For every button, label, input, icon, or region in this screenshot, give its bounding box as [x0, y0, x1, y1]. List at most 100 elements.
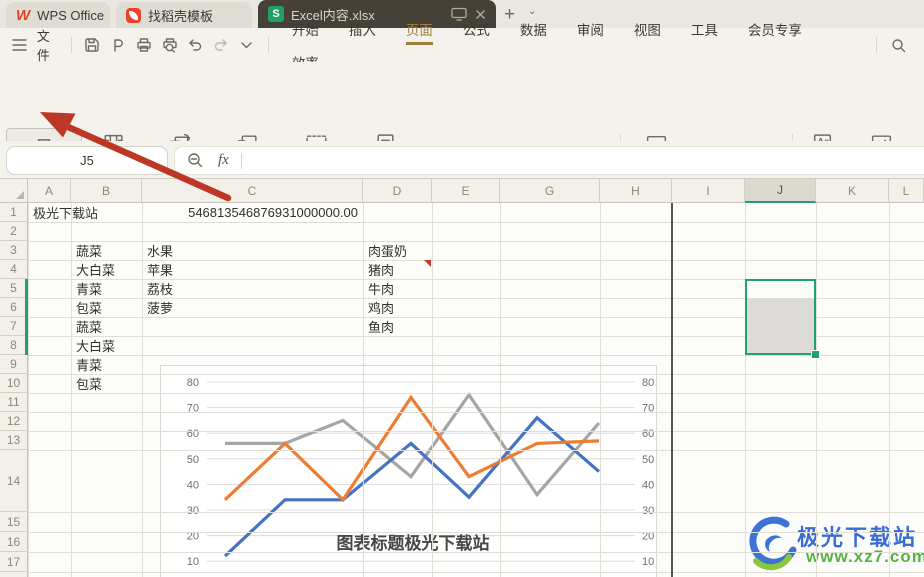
cell-B5[interactable]: 青菜	[76, 279, 102, 298]
menu-tab-开始[interactable]: 开始	[292, 12, 319, 45]
gridline-horizontal	[28, 374, 924, 375]
cell-D3[interactable]: 肉蛋奶	[368, 241, 407, 260]
menu-tab-视图[interactable]: 视图	[634, 12, 661, 45]
row-header-15[interactable]: 15	[0, 512, 28, 532]
file-menu[interactable]: 文件	[37, 26, 63, 64]
menu-tab-插入[interactable]: 插入	[349, 12, 376, 45]
row-header-11[interactable]: 11	[0, 393, 28, 412]
column-header-G[interactable]: G	[500, 179, 600, 203]
row-header-5[interactable]: 5	[0, 279, 28, 298]
menu-tab-工具[interactable]: 工具	[691, 12, 718, 45]
tab-label: 找稻壳模板	[148, 8, 214, 24]
divider	[240, 152, 242, 169]
row-header-8[interactable]: 8	[0, 336, 28, 355]
row-header-7[interactable]: 7	[0, 317, 28, 336]
cell-C6[interactable]: 菠萝	[147, 298, 173, 317]
cell-B9[interactable]: 青菜	[76, 355, 102, 374]
comment-marker-icon	[424, 260, 431, 267]
row-header-9[interactable]: 9	[0, 355, 28, 374]
column-header-D[interactable]: D	[363, 179, 432, 203]
print-preview-quick-icon[interactable]	[158, 33, 182, 57]
fx-icon[interactable]: fx	[218, 152, 229, 169]
export-pdf-icon[interactable]	[106, 33, 130, 57]
menu-tab-审阅[interactable]: 审阅	[577, 12, 604, 45]
select-all-corner[interactable]	[0, 179, 28, 203]
row-header-14[interactable]: 14	[0, 450, 28, 512]
gridline-horizontal	[28, 572, 924, 573]
gridline-horizontal	[28, 532, 924, 533]
formula-bar: J5 fx	[0, 141, 924, 179]
embedded-chart[interactable]: 10 10 20 20 30 30 40 40 50 50 60 60 70 70 80 80 图表标题极光下载…	[160, 365, 657, 577]
svg-text:图表标题极光下载站: 图表标题极光下载站	[337, 533, 490, 553]
column-header-J[interactable]: J	[745, 179, 816, 203]
row-header-18[interactable]: 18	[0, 572, 28, 577]
formula-input[interactable]: fx	[174, 146, 924, 175]
name-box[interactable]: J5	[6, 146, 168, 175]
save-icon[interactable]	[81, 33, 105, 57]
svg-text:80: 80	[642, 377, 654, 389]
svg-text:40: 40	[187, 479, 199, 491]
gridline-horizontal	[28, 512, 924, 513]
menu-tab-页面[interactable]: 页面	[405, 12, 433, 45]
cell-B8[interactable]: 大白菜	[76, 336, 115, 355]
print-icon[interactable]	[132, 33, 156, 57]
redo-icon[interactable]	[209, 33, 233, 57]
row-header-6[interactable]: 6	[0, 298, 28, 317]
column-header-I[interactable]: I	[672, 179, 745, 203]
divider	[70, 37, 72, 53]
row-header-12[interactable]: 12	[0, 412, 28, 431]
toolbar-more-chevron-icon[interactable]	[235, 33, 259, 57]
menu-tab-数据[interactable]: 数据	[520, 12, 547, 45]
column-header-L[interactable]: L	[889, 179, 924, 203]
column-header-B[interactable]: B	[71, 179, 142, 203]
zoom-out-icon[interactable]	[187, 152, 204, 169]
cell-D7[interactable]: 鱼肉	[368, 317, 394, 336]
selection-border	[745, 279, 816, 355]
cell-B3[interactable]: 蔬菜	[76, 241, 102, 260]
cell-B7[interactable]: 蔬菜	[76, 317, 102, 336]
sheet-grid[interactable]: ◂▸ 10102020303040405050606070708080图表标题极…	[0, 179, 924, 577]
tab-wps-home[interactable]: W WPS Office	[6, 2, 110, 28]
cell-C4[interactable]: 苹果	[147, 260, 173, 279]
search-icon[interactable]	[886, 33, 910, 57]
gridline-horizontal	[28, 355, 924, 356]
row-header-3[interactable]: 3	[0, 241, 28, 260]
column-header-H[interactable]: H	[600, 179, 672, 203]
svg-text:10: 10	[187, 556, 199, 568]
row-header-1[interactable]: 1	[0, 203, 28, 222]
cell-B6[interactable]: 包菜	[76, 298, 102, 317]
undo-icon[interactable]	[184, 33, 208, 57]
column-header-C[interactable]: C	[142, 179, 363, 203]
svg-text:60: 60	[642, 428, 654, 440]
cell-D6[interactable]: 鸡肉	[368, 298, 394, 317]
column-header-A[interactable]: A	[28, 179, 71, 203]
page-break-line	[671, 203, 673, 577]
row-header-10[interactable]: 10	[0, 374, 28, 393]
row-header-selection-strip	[25, 279, 28, 355]
cell-B10[interactable]: 包菜	[76, 374, 102, 393]
column-header-E[interactable]: E	[432, 179, 500, 203]
cell-A1[interactable]: 极光下载站	[33, 203, 98, 222]
cell-C1[interactable]: 546813546876931000000.00	[144, 203, 358, 222]
row-header-2[interactable]: 2	[0, 222, 28, 241]
cell-C3[interactable]: 水果	[147, 241, 173, 260]
tab-docer-templates[interactable]: 找稻壳模板	[116, 2, 252, 28]
row-header-17[interactable]: 17	[0, 552, 28, 572]
ribbon-page-layout: 打印预览 页边距 纸张方向 纸张大小 打印区域 打印缩放 打印标题 页眉页脚	[0, 62, 924, 192]
cell-D5[interactable]: 牛肉	[368, 279, 394, 298]
cell-B4[interactable]: 大白菜	[76, 260, 115, 279]
gridline-horizontal	[28, 222, 924, 223]
menu-tab-会员专享[interactable]: 会员专享	[748, 12, 802, 45]
row-header-13[interactable]: 13	[0, 431, 28, 450]
cell-D4[interactable]: 猪肉	[368, 260, 394, 279]
main-menu-icon[interactable]	[8, 33, 32, 57]
cell-C5[interactable]: 荔枝	[147, 279, 173, 298]
row-header-16[interactable]: 16	[0, 532, 28, 552]
menu-tab-公式[interactable]: 公式	[463, 12, 490, 45]
row-header-4[interactable]: 4	[0, 260, 28, 279]
gridline-horizontal	[28, 552, 924, 553]
selection-fill-handle[interactable]	[811, 350, 820, 359]
docer-logo-icon	[126, 7, 141, 23]
column-header-K[interactable]: K	[816, 179, 889, 203]
menu-bar: 文件 开始插入页面公式数据审阅视图工具会员专享效率	[0, 23, 924, 71]
